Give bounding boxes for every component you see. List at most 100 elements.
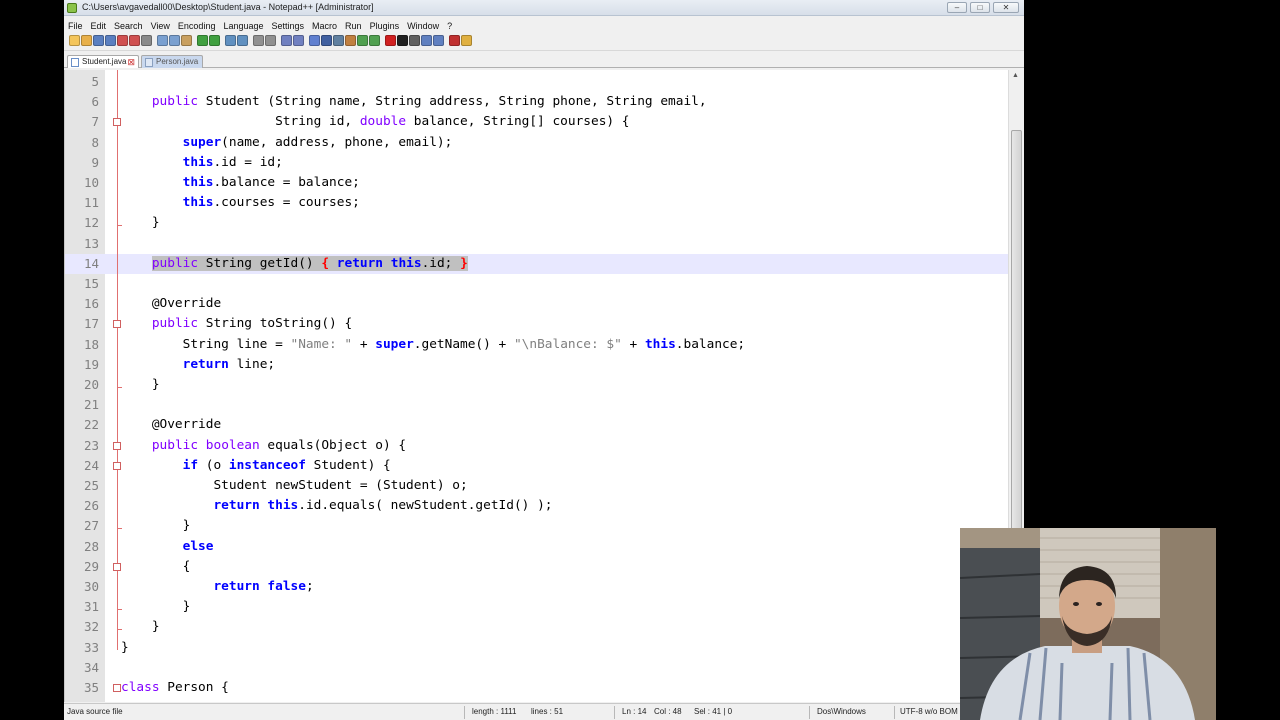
code-line[interactable]: 26 return this.id.equals( newStudent.get… [65, 496, 1008, 516]
record-macro-icon[interactable] [385, 35, 396, 46]
code-line[interactable]: 13 [65, 234, 1008, 254]
menu-file[interactable]: File [64, 18, 87, 32]
play-macro-icon[interactable] [409, 35, 420, 46]
code-line[interactable]: 20 } [65, 375, 1008, 395]
code-line[interactable]: 10 this.balance = balance; [65, 173, 1008, 193]
spell-check-icon[interactable] [449, 35, 460, 46]
code-line[interactable]: 30 return false; [65, 577, 1008, 597]
cut-icon[interactable] [157, 35, 168, 46]
code-line[interactable]: 27 } [65, 516, 1008, 536]
scroll-up-icon[interactable]: ▲ [1012, 72, 1019, 79]
code-line[interactable]: 14 public String getId() { return this.i… [65, 253, 1008, 274]
save-icon[interactable] [93, 35, 104, 46]
fold-toggle-icon[interactable] [113, 320, 121, 329]
fold-end-marker [117, 629, 122, 631]
code-line[interactable]: 32 } [65, 617, 1008, 637]
tab-person-java[interactable]: Person.java [141, 55, 203, 68]
line-number: 33 [83, 639, 99, 655]
stop-macro-icon[interactable] [397, 35, 408, 46]
minimize-button[interactable]: – [947, 2, 967, 13]
line-code: } [121, 599, 191, 615]
code-line[interactable]: 35 class Person { [65, 678, 1008, 698]
code-line[interactable]: 7 String id, double balance, String[] co… [65, 112, 1008, 132]
fold-toggle-icon[interactable] [113, 684, 121, 692]
save-macro-icon[interactable] [433, 35, 444, 46]
function-list-icon[interactable] [369, 35, 380, 46]
fold-toggle-icon[interactable] [113, 441, 121, 450]
code-line[interactable]: 8 super(name, address, phone, email); [65, 133, 1008, 153]
print-icon[interactable] [141, 35, 152, 46]
close-tab-icon[interactable]: ⊠ [127, 56, 135, 68]
menu-language[interactable]: Language [219, 18, 267, 32]
word-wrap-icon[interactable] [309, 35, 320, 46]
undo-icon[interactable] [197, 35, 208, 46]
menu-settings[interactable]: Settings [268, 18, 309, 32]
close-window-button[interactable]: ✕ [993, 2, 1019, 13]
code-line[interactable]: 18 String line = "Name: " + super.getNam… [65, 335, 1008, 355]
menu-search[interactable]: Search [110, 18, 147, 32]
close-icon[interactable] [117, 35, 128, 46]
menu-edit[interactable]: Edit [87, 18, 111, 32]
line-code: public boolean equals(Object o) { [151, 437, 407, 453]
code-line[interactable]: 12 } [65, 213, 1008, 233]
tab-student-java[interactable]: Student.java ⊠ [67, 55, 139, 68]
find-icon[interactable] [225, 35, 236, 46]
menu-encoding[interactable]: Encoding [174, 18, 220, 32]
menu-window[interactable]: Window [403, 18, 443, 32]
code-line[interactable]: 33} [65, 638, 1008, 658]
line-number: 24 [83, 457, 99, 473]
redo-icon[interactable] [209, 35, 220, 46]
copy-icon[interactable] [169, 35, 180, 46]
save-all-icon[interactable] [105, 35, 116, 46]
replace-icon[interactable] [237, 35, 248, 46]
code-editor[interactable]: 5 6 public Student (String name, String a… [64, 70, 1008, 702]
fold-toggle-icon[interactable] [113, 461, 121, 470]
close-all-icon[interactable] [129, 35, 140, 46]
zoom-in-icon[interactable] [253, 35, 264, 46]
doc-map-icon[interactable] [357, 35, 368, 46]
code-line[interactable]: 6 public Student (String name, String ad… [65, 92, 1008, 112]
menu-run[interactable]: Run [341, 18, 366, 32]
scrollbar-thumb[interactable] [1011, 130, 1022, 570]
fold-end-marker [117, 609, 122, 611]
code-line[interactable]: 31 } [65, 597, 1008, 617]
code-line[interactable]: 9 this.id = id; [65, 153, 1008, 173]
code-line[interactable]: 16 @Override [65, 294, 1008, 314]
line-code: this.balance = balance; [182, 175, 360, 190]
plugin-icon[interactable] [461, 35, 472, 46]
user-lang-icon[interactable] [345, 35, 356, 46]
code-line[interactable]: 11 this.courses = courses; [65, 193, 1008, 213]
fold-toggle-icon[interactable] [113, 562, 121, 571]
status-encoding: UTF-8 w/o BOM [900, 707, 958, 716]
maximize-button[interactable]: □ [970, 2, 990, 13]
code-line[interactable]: 34 [65, 658, 1008, 678]
code-line[interactable]: 21 [65, 395, 1008, 415]
code-line[interactable]: 5 [65, 72, 1008, 92]
sync-h-icon[interactable] [293, 35, 304, 46]
sync-v-icon[interactable] [281, 35, 292, 46]
paste-icon[interactable] [181, 35, 192, 46]
code-line[interactable]: 17 public String toString() { [65, 314, 1008, 334]
code-line[interactable]: 15 [65, 274, 1008, 294]
open-file-icon[interactable] [81, 35, 92, 46]
zoom-out-icon[interactable] [265, 35, 276, 46]
code-line[interactable]: 25 Student newStudent = (Student) o; [65, 476, 1008, 496]
code-line[interactable]: 28 else [65, 537, 1008, 557]
menu-help[interactable]: ? [443, 18, 456, 32]
run-macro-multi-icon[interactable] [421, 35, 432, 46]
show-all-chars-icon[interactable] [321, 35, 332, 46]
menu-macro[interactable]: Macro [308, 18, 341, 32]
code-line[interactable]: 29 { [65, 557, 1008, 577]
menu-view[interactable]: View [147, 18, 174, 32]
fold-toggle-icon[interactable] [113, 118, 121, 127]
code-line[interactable]: 24 if (o instanceof Student) { [65, 456, 1008, 476]
code-line[interactable]: 23 public boolean equals(Object o) { [65, 436, 1008, 456]
code-line[interactable]: 19 return line; [65, 355, 1008, 375]
new-file-icon[interactable] [69, 35, 80, 46]
indent-guide-icon[interactable] [333, 35, 344, 46]
line-number: 19 [83, 356, 99, 372]
menu-plugins[interactable]: Plugins [366, 18, 404, 32]
code-line[interactable]: 22 @Override [65, 415, 1008, 435]
line-number: 14 [83, 255, 99, 271]
line-code: super(name, address, phone, email); [182, 134, 453, 150]
